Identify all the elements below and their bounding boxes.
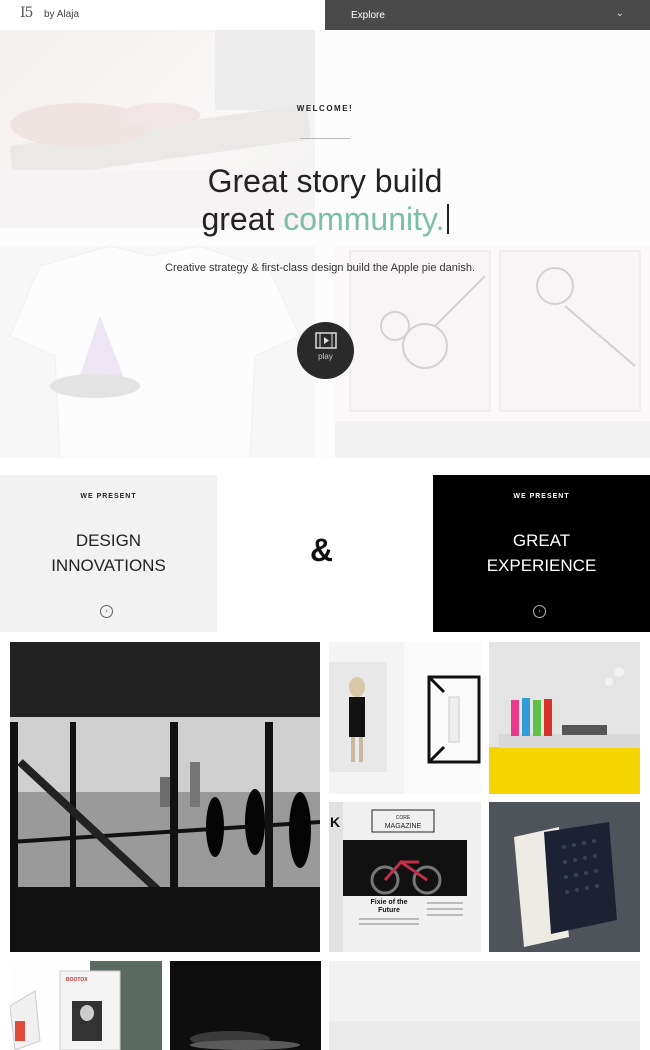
page: I5 by Alaja Explore ⌄ WELCOME! Great sto… bbox=[0, 0, 650, 1050]
present-title: GREAT EXPERIENCE bbox=[433, 528, 650, 578]
headline-line-1: Great story build bbox=[207, 163, 443, 199]
play-label: play bbox=[318, 352, 333, 361]
present-title-line: GREAT bbox=[512, 531, 571, 550]
gallery-magazine-photo[interactable]: K CORE MAGAZINE Fixie of the Future bbox=[329, 802, 481, 952]
gallery-brochure-photo[interactable]: BOOTOX bbox=[10, 961, 162, 1050]
hero-headline: Great story build great community. bbox=[0, 162, 650, 238]
hero-overlay bbox=[0, 30, 650, 458]
hero-section: WELCOME! Great story build great communi… bbox=[0, 30, 650, 458]
headline-line-2: great community. bbox=[0, 200, 650, 238]
welcome-kicker: WELCOME! bbox=[296, 104, 354, 113]
byline: by Alaja bbox=[44, 9, 80, 20]
magazine-title: MAGAZINE bbox=[385, 823, 422, 830]
magazine-kicker: CORE bbox=[396, 815, 411, 821]
top-bar: I5 by Alaja Explore ⌄ bbox=[0, 0, 650, 30]
svg-text:K: K bbox=[330, 814, 340, 830]
gallery-light-photo[interactable] bbox=[329, 961, 640, 1050]
arrow-right-icon[interactable]: › bbox=[100, 605, 113, 618]
present-title-line: INNOVATIONS bbox=[51, 556, 166, 575]
explore-label: Explore bbox=[351, 10, 385, 21]
arrow-right-icon[interactable]: › bbox=[533, 605, 546, 618]
present-kicker: WE PRESENT bbox=[513, 493, 570, 500]
gallery-book-photo[interactable] bbox=[489, 802, 640, 952]
present-title-line: EXPERIENCE bbox=[486, 556, 597, 575]
video-icon bbox=[314, 332, 337, 349]
hero-tagline: Creative strategy & first-class design b… bbox=[165, 262, 475, 274]
gallery-markers-photo[interactable] bbox=[489, 642, 640, 794]
play-video-button[interactable]: play bbox=[297, 322, 354, 379]
present-kicker: WE PRESENT bbox=[80, 493, 137, 500]
present-design-innovations: WE PRESENT DESIGN INNOVATIONS › bbox=[0, 475, 217, 632]
present-great-experience: WE PRESENT GREAT EXPERIENCE › bbox=[433, 475, 650, 632]
magazine-headline-line-1: Fixie of the bbox=[371, 899, 408, 906]
text-cursor bbox=[446, 204, 449, 234]
magazine-headline-line-2: Future bbox=[378, 907, 400, 914]
explore-menu-button[interactable]: Explore ⌄ bbox=[325, 0, 650, 30]
logo[interactable]: I5 bbox=[20, 5, 33, 21]
ampersand: & bbox=[310, 532, 334, 568]
headline-accent: community. bbox=[283, 201, 445, 237]
gallery-office-photo[interactable] bbox=[10, 642, 320, 952]
welcome-divider bbox=[300, 138, 350, 139]
present-title-line: DESIGN bbox=[75, 531, 142, 550]
chevron-down-icon: ⌄ bbox=[615, 8, 624, 19]
headline-prefix: great bbox=[201, 201, 275, 237]
present-title: DESIGN INNOVATIONS bbox=[0, 528, 217, 578]
gallery-fashion-photo[interactable] bbox=[329, 642, 481, 794]
gallery-dark-photo[interactable] bbox=[170, 961, 321, 1050]
brochure-label: BOOTOX bbox=[66, 977, 88, 983]
